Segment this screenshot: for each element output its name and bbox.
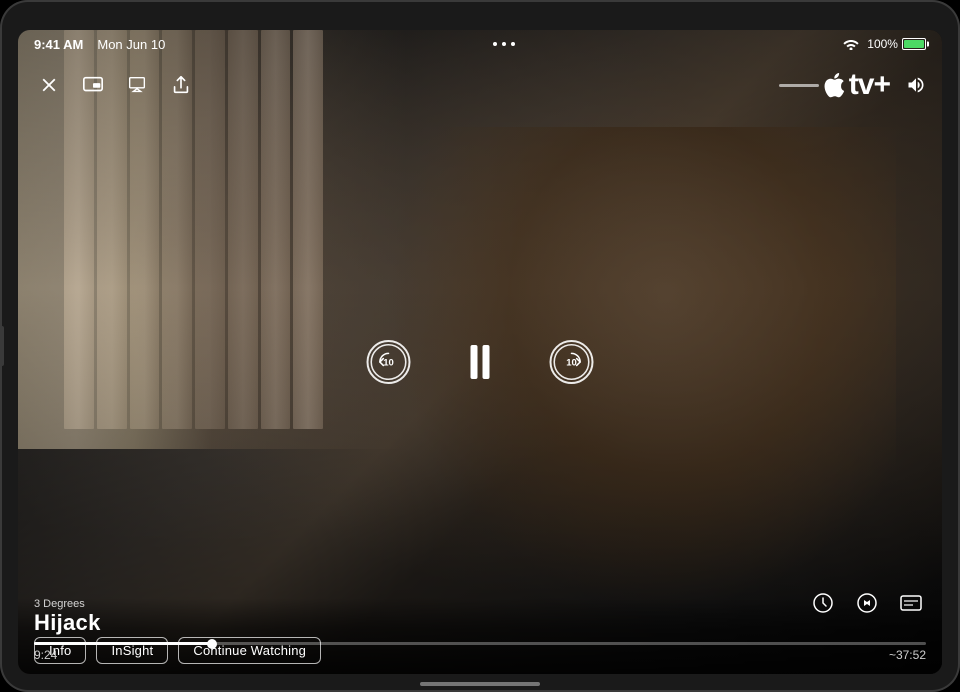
forward-button[interactable]: 10 (550, 340, 594, 384)
share-button[interactable] (166, 70, 196, 100)
speed-icon (811, 591, 835, 615)
volume-bar (779, 84, 819, 87)
battery-icon (902, 38, 926, 50)
status-date: Mon Jun 10 (97, 37, 165, 52)
battery-indicator: 100% (867, 37, 926, 51)
forward-icon: 10 (553, 343, 591, 381)
show-info: 3 Degrees Hijack (34, 598, 926, 636)
ipad-frame: 9:41 AM Mon Jun 10 100% (0, 0, 960, 692)
audio-icon (855, 591, 879, 615)
pause-button[interactable] (471, 345, 490, 379)
apple-logo-icon (823, 72, 845, 98)
close-button[interactable] (34, 70, 64, 100)
rewind-icon: 10 (370, 343, 408, 381)
show-title: Hijack (34, 610, 926, 636)
info-button[interactable]: Info (34, 637, 86, 664)
status-center-dots (493, 42, 515, 46)
airplay-button[interactable] (122, 70, 152, 100)
rewind-button[interactable]: 10 (367, 340, 411, 384)
pip-icon (82, 74, 104, 96)
status-time: 9:41 AM (34, 37, 83, 52)
audio-button[interactable] (852, 588, 882, 618)
tv-plus-text: tv+ (849, 70, 890, 100)
battery-fill (904, 40, 924, 48)
battery-percent: 100% (867, 37, 898, 51)
side-handle (0, 326, 4, 366)
center-controls: 10 10 (367, 340, 594, 384)
airplay-icon (126, 74, 148, 96)
bottom-right-controls (808, 588, 926, 618)
top-controls: tv+ (18, 62, 942, 108)
wifi-icon (843, 38, 859, 50)
continue-watching-button[interactable]: Continue Watching (178, 637, 321, 664)
volume-control (906, 75, 926, 95)
share-icon (170, 74, 192, 96)
status-right: 100% (843, 37, 926, 51)
playback-speed-button[interactable] (808, 588, 838, 618)
volume-icon (906, 75, 926, 95)
show-subtitle: 3 Degrees (34, 598, 926, 610)
remaining-time: ~37:52 (889, 648, 926, 662)
subtitles-icon (899, 591, 923, 615)
close-icon (38, 74, 60, 96)
svg-text:10: 10 (383, 357, 394, 368)
home-indicator (420, 682, 540, 686)
top-left-controls (34, 70, 196, 100)
screen: 9:41 AM Mon Jun 10 100% (18, 30, 942, 674)
bottom-action-buttons: Info InSight Continue Watching (34, 637, 321, 664)
svg-text:10: 10 (566, 357, 577, 368)
insight-button[interactable]: InSight (96, 637, 168, 664)
pause-icon (471, 345, 490, 379)
pip-button[interactable] (78, 70, 108, 100)
subtitles-button[interactable] (896, 588, 926, 618)
apple-tv-logo: tv+ (779, 70, 926, 100)
status-bar: 9:41 AM Mon Jun 10 100% (18, 30, 942, 58)
